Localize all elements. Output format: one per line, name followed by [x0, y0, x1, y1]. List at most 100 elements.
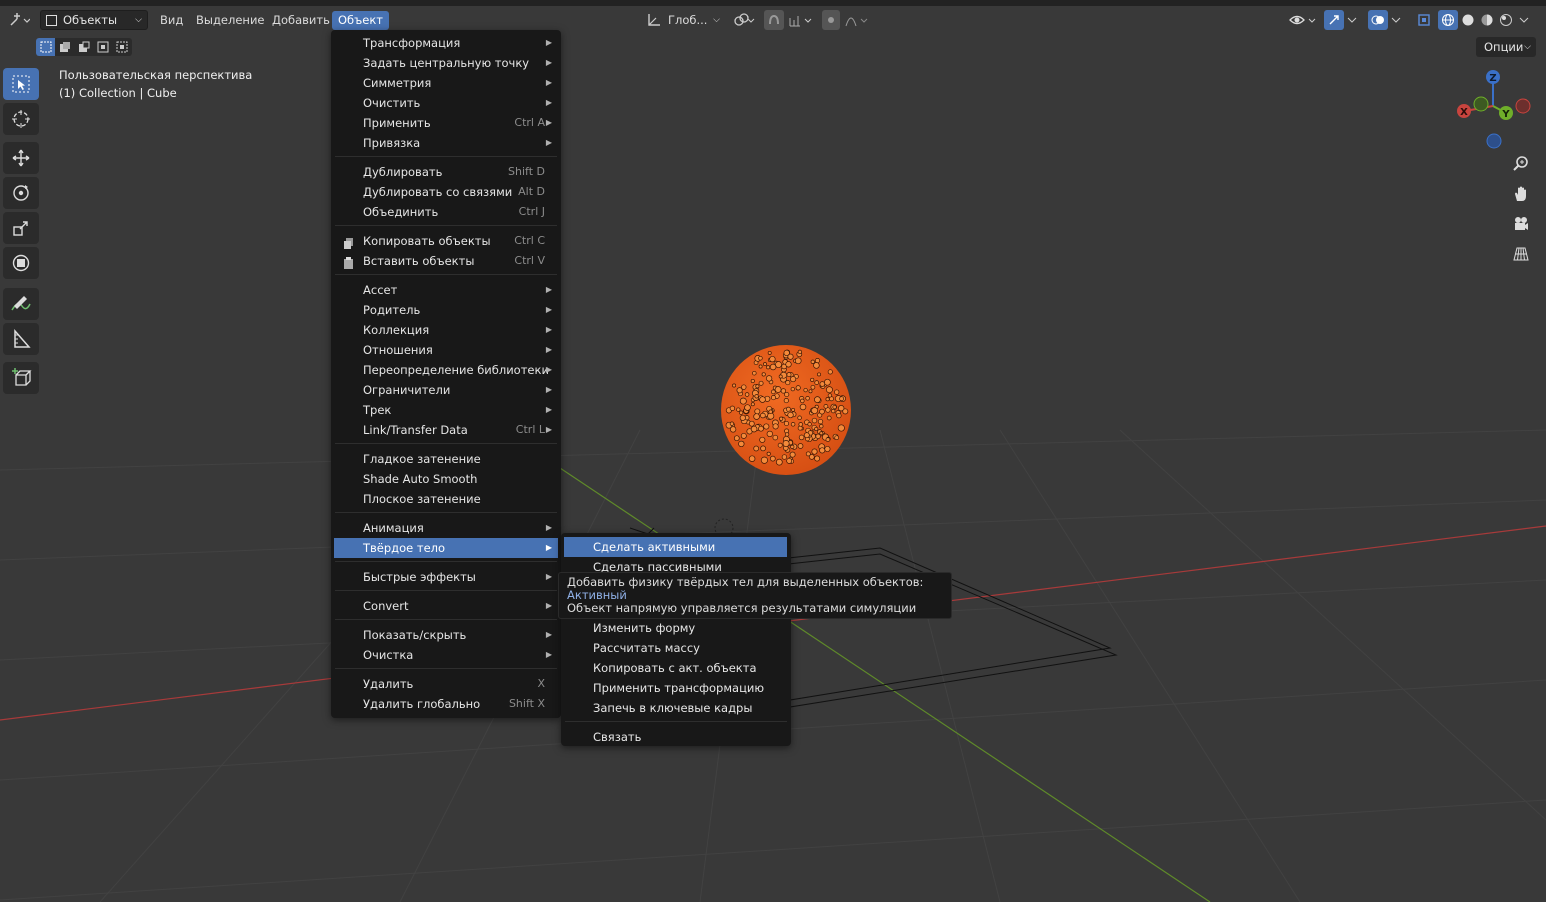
select-new-icon[interactable]	[36, 38, 55, 56]
gizmo-neg-y-circle[interactable]	[1473, 96, 1489, 112]
select-extend-icon[interactable]	[55, 38, 74, 56]
submenu-item-make-active[interactable]: Сделать активными	[564, 537, 787, 557]
menu-item-parent[interactable]: Родитель ▶	[334, 300, 558, 320]
perspective-toggle-button[interactable]	[1507, 240, 1535, 268]
menu-item-label: Удалить	[363, 677, 414, 691]
mode-dropdown[interactable]: Объекты ⌵	[40, 10, 148, 30]
menu-item-shade-auto-smooth[interactable]: Shade Auto Smooth	[334, 469, 558, 489]
tool-transform[interactable]	[3, 247, 39, 279]
menu-item-shortcut: Shift D	[508, 165, 545, 178]
xray-toggle-icon[interactable]	[1414, 10, 1434, 30]
tool-add-cube[interactable]	[3, 362, 39, 394]
menu-item-shortcut: Shift X	[508, 697, 545, 710]
menu-item-label: Объединить	[363, 205, 439, 219]
menu-item-shade-smooth[interactable]: Гладкое затенение	[334, 449, 558, 469]
submenu-arrow-icon: ▶	[545, 325, 552, 334]
menu-item-label: Дублировать со связями	[363, 185, 513, 199]
pan-button[interactable]	[1507, 180, 1535, 208]
menu-item-clean-up[interactable]: Очистка ▶	[334, 645, 558, 665]
pivot-point-icon[interactable]	[730, 10, 758, 30]
proportional-edit-icon[interactable]	[822, 10, 840, 30]
menu-item-duplicate[interactable]: Дублировать Shift D	[334, 162, 558, 182]
menu-item-convert[interactable]: Convert ▶	[334, 596, 558, 616]
menu-item-delete-global[interactable]: Удалить глобально Shift X	[334, 694, 558, 714]
menu-object[interactable]: Объект	[332, 11, 389, 30]
material-shading-icon[interactable]	[1477, 10, 1497, 30]
submenu-item-connect[interactable]: Связать	[564, 727, 787, 747]
tool-move[interactable]	[3, 142, 39, 174]
menu-add[interactable]: Добавить	[266, 11, 336, 30]
submenu-item-calculate-mass[interactable]: Рассчитать массу	[564, 638, 787, 658]
overlays-dropdown-icon[interactable]	[1388, 10, 1404, 30]
gizmo-dropdown-icon[interactable]	[1344, 10, 1360, 30]
menu-item-rigid-body[interactable]: Твёрдое тело ▶	[334, 538, 558, 558]
menu-item-show-hide[interactable]: Показать/скрыть ▶	[334, 625, 558, 645]
transform-orientation-icon[interactable]	[644, 10, 664, 30]
gizmo-neg-z-circle[interactable]	[1486, 133, 1502, 149]
submenu-item-copy-from-active[interactable]: Копировать с акт. объекта	[564, 658, 787, 678]
menu-item-delete[interactable]: Удалить X	[334, 674, 558, 694]
menu-item-constraints[interactable]: Ограничители ▶	[334, 380, 558, 400]
menu-item-join[interactable]: Объединить Ctrl J	[334, 202, 558, 222]
camera-view-button[interactable]	[1507, 210, 1535, 238]
menu-item-label: Удалить глобально	[363, 697, 481, 711]
tool-scale[interactable]	[3, 212, 39, 244]
menu-view[interactable]: Вид	[154, 11, 189, 30]
menu-item-quick-effects[interactable]: Быстрые эффекты ▶	[334, 567, 558, 587]
menu-item-asset[interactable]: Ассет ▶	[334, 280, 558, 300]
sphere-object[interactable]	[721, 345, 851, 475]
snap-icon[interactable]	[764, 10, 784, 30]
menu-item-duplicate-linked[interactable]: Дублировать со связями Alt D	[334, 182, 558, 202]
menu-item-label: Ограничители	[363, 383, 451, 397]
tool-select-box[interactable]	[3, 68, 39, 100]
shading-dropdown-icon[interactable]	[1516, 10, 1532, 30]
submenu-item-apply-transformation[interactable]: Применить трансформацию	[564, 678, 787, 698]
menu-item-shade-flat[interactable]: Плоское затенение	[334, 489, 558, 509]
tool-measure[interactable]	[3, 323, 39, 355]
menu-separator	[335, 512, 557, 513]
select-subtract-icon[interactable]	[74, 38, 93, 56]
menu-item-collection[interactable]: Коллекция ▶	[334, 320, 558, 340]
select-intersect-icon[interactable]	[112, 38, 132, 56]
menu-item-link-transfer-data[interactable]: Link/Transfer Data Ctrl L ▶	[334, 420, 558, 440]
menu-item-relations[interactable]: Отношения ▶	[334, 340, 558, 360]
menu-item-track[interactable]: Трек ▶	[334, 400, 558, 420]
menu-separator	[335, 668, 557, 669]
menu-item-label: Быстрые эффекты	[363, 570, 476, 584]
menu-item-paste-objects[interactable]: Вставить объекты Ctrl V	[334, 251, 558, 271]
overlays-toggle-icon[interactable]	[1368, 10, 1388, 30]
menu-item-apply[interactable]: Применить Ctrl A ▶	[334, 113, 558, 133]
solid-shading-icon[interactable]	[1458, 10, 1478, 30]
menu-item-copy-objects[interactable]: Копировать объекты Ctrl C	[334, 231, 558, 251]
submenu-item-bake-to-keyframes[interactable]: Запечь в ключевые кадры	[564, 698, 787, 718]
snap-target-icon[interactable]	[786, 10, 816, 30]
menu-item-transform[interactable]: Трансформация ▶	[334, 33, 558, 53]
transform-orientation-dropdown[interactable]: Глоб... ⌵	[668, 10, 722, 30]
select-invert-icon[interactable]	[93, 38, 112, 56]
menu-item-shortcut: Ctrl A	[514, 116, 545, 129]
wireframe-shading-icon[interactable]	[1438, 10, 1458, 30]
tooltip-value: Активный	[567, 588, 627, 602]
gizmo-neg-x-circle[interactable]	[1515, 98, 1531, 114]
zoom-button[interactable]	[1507, 150, 1535, 178]
gizmo-toggle-icon[interactable]	[1324, 10, 1344, 30]
menu-item-animation[interactable]: Анимация ▶	[334, 518, 558, 538]
falloff-icon[interactable]	[843, 10, 873, 30]
menu-item-label: Переопределение библиотеки	[363, 363, 549, 377]
submenu-item-change-shape[interactable]: Изменить форму	[564, 618, 787, 638]
menu-select[interactable]: Выделение	[190, 11, 271, 30]
tool-cursor[interactable]	[3, 103, 39, 135]
visibility-icon[interactable]	[1286, 10, 1320, 30]
editor-type-icon[interactable]	[4, 10, 34, 30]
tool-annotate[interactable]	[3, 288, 39, 320]
3d-viewport[interactable]	[0, 0, 1546, 902]
menu-item-set-origin[interactable]: Задать центральную точку ▶	[334, 53, 558, 73]
menu-item-mirror[interactable]: Симметрия ▶	[334, 73, 558, 93]
menu-item-snap[interactable]: Привязка ▶	[334, 133, 558, 153]
tool-rotate[interactable]	[3, 177, 39, 209]
rendered-shading-icon[interactable]	[1496, 10, 1516, 30]
menu-item-clear[interactable]: Очистить ▶	[334, 93, 558, 113]
options-button[interactable]: Опции ⌵	[1476, 37, 1536, 57]
menu-item-library-override[interactable]: Переопределение библиотеки ▶	[334, 360, 558, 380]
navigation-gizmo[interactable]: Z X Y	[1448, 64, 1540, 154]
